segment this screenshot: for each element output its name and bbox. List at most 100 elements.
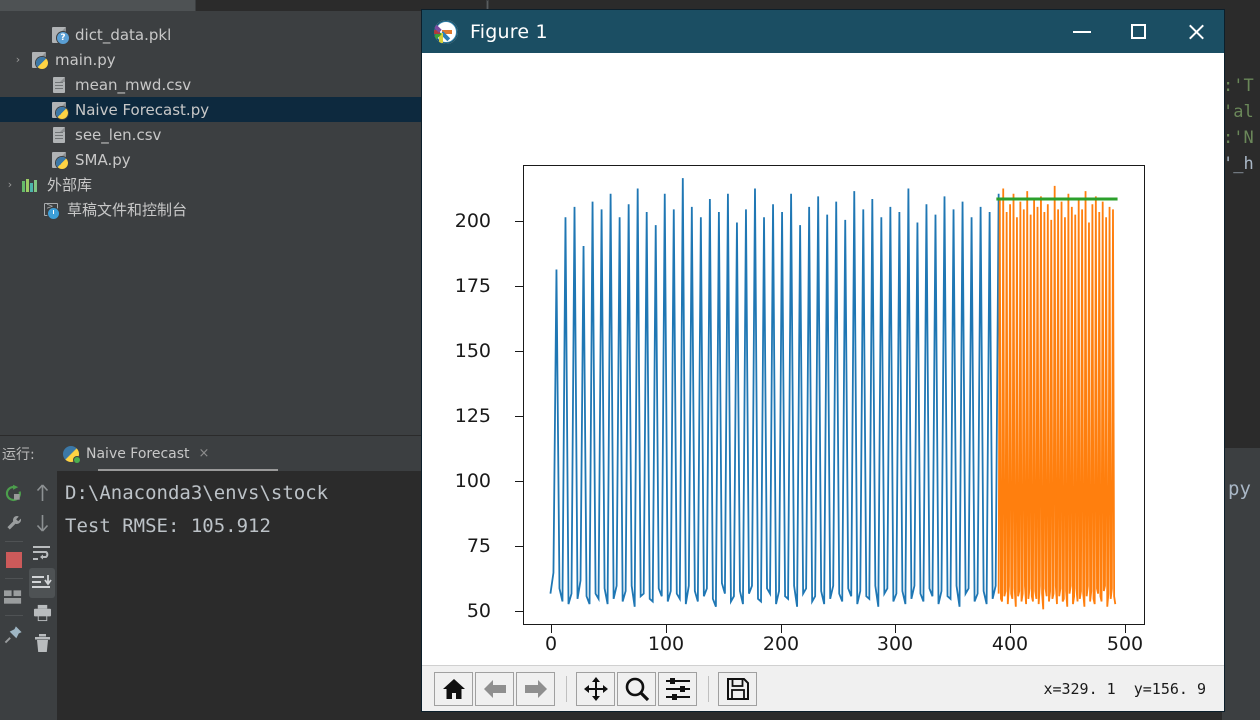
run-tool-window[interactable]: 运行: Naive Forecast × D:\Anaconda3\envs\s… bbox=[0, 435, 430, 720]
scroll-down-button[interactable] bbox=[29, 508, 55, 538]
window-controls[interactable] bbox=[1053, 10, 1224, 53]
y-axis-tick-label: 50 bbox=[466, 600, 491, 622]
code-line: '_h bbox=[1223, 154, 1254, 174]
x-axis-tick-label: 0 bbox=[544, 633, 558, 655]
x-axis-tick-label: 400 bbox=[991, 633, 1029, 655]
close-icon[interactable]: × bbox=[199, 446, 210, 461]
toolbar-divider bbox=[708, 675, 709, 702]
list-item[interactable]: mean_mwd.csv bbox=[0, 72, 430, 97]
forward-button[interactable] bbox=[516, 671, 555, 706]
matplotlib-figure-window[interactable]: Figure 1 200 175 150 125 100 75 50 0 100… bbox=[422, 10, 1224, 711]
minimize-button[interactable] bbox=[1053, 10, 1110, 53]
editor-tab-separator bbox=[487, 1, 488, 10]
python-file-icon bbox=[48, 101, 70, 119]
settings-button[interactable] bbox=[1, 508, 27, 538]
settings-wrench-icon bbox=[6, 515, 21, 530]
list-item[interactable]: › main.py bbox=[0, 47, 430, 72]
tree-row-truncated[interactable] bbox=[0, 11, 430, 22]
trash-icon bbox=[34, 633, 50, 652]
right-arrow-icon bbox=[524, 679, 547, 698]
list-item-label: see_len.csv bbox=[75, 125, 162, 144]
figure-title: Figure 1 bbox=[470, 20, 548, 43]
soft-wrap-button[interactable] bbox=[29, 538, 55, 568]
coordinate-readout: x=329. 1 y=156. 9 bbox=[1043, 680, 1206, 698]
maximize-button[interactable] bbox=[1110, 10, 1167, 53]
up-arrow-icon bbox=[36, 484, 48, 501]
close-button[interactable] bbox=[1167, 10, 1224, 53]
x-axis-tick-label: 300 bbox=[876, 633, 914, 655]
list-item[interactable]: see_len.csv bbox=[0, 122, 430, 147]
list-item[interactable]: 草稿文件和控制台 bbox=[0, 197, 430, 222]
zoom-button[interactable] bbox=[617, 671, 656, 706]
stop-button[interactable] bbox=[1, 545, 27, 575]
run-tool-window-header: 运行: Naive Forecast × bbox=[0, 435, 430, 472]
list-item[interactable]: › 外部库 bbox=[0, 172, 430, 197]
tree-expand-arrow[interactable]: › bbox=[0, 178, 20, 191]
scroll-up-button[interactable] bbox=[29, 478, 55, 508]
toolbar-divider bbox=[4, 615, 23, 616]
code-strip-lower-text: py bbox=[1228, 478, 1251, 500]
run-console-output[interactable]: D:\Anaconda3\envs\stock Test RMSE: 105.9… bbox=[57, 471, 430, 720]
console-line: D:\Anaconda3\envs\stock bbox=[65, 482, 329, 504]
csv-file-icon bbox=[48, 76, 70, 94]
delete-button[interactable] bbox=[29, 628, 55, 658]
layout-icon bbox=[4, 589, 22, 604]
home-button[interactable] bbox=[434, 671, 473, 706]
pan-button[interactable] bbox=[576, 671, 615, 706]
stop-icon bbox=[5, 552, 22, 568]
pan-move-icon bbox=[583, 676, 608, 701]
figure-canvas[interactable]: 200 175 150 125 100 75 50 0 100 200 300 … bbox=[422, 53, 1224, 665]
list-item-selected[interactable]: Naive Forecast.py bbox=[0, 97, 430, 122]
soft-wrap-icon bbox=[33, 546, 50, 560]
y-axis-tick-mark bbox=[515, 221, 523, 223]
pin-button[interactable] bbox=[1, 619, 27, 649]
tree-expand-arrow[interactable]: › bbox=[8, 53, 28, 66]
y-axis-tick-label: 100 bbox=[454, 470, 491, 492]
back-button[interactable] bbox=[475, 671, 514, 706]
x-axis-tick-mark bbox=[1125, 625, 1127, 633]
list-item[interactable]: ? dict_data.pkl bbox=[0, 22, 430, 47]
print-button[interactable] bbox=[29, 598, 55, 628]
x-axis-tick-mark bbox=[781, 625, 783, 633]
figure-title-bar[interactable]: Figure 1 bbox=[422, 10, 1224, 53]
run-configuration-tab[interactable]: Naive Forecast × bbox=[58, 436, 278, 472]
rerun-icon bbox=[5, 484, 21, 501]
scroll-to-end-button[interactable] bbox=[29, 568, 55, 598]
magnifier-icon bbox=[625, 677, 649, 701]
save-figure-button[interactable] bbox=[718, 671, 757, 706]
left-arrow-icon bbox=[483, 679, 506, 698]
python-file-icon bbox=[48, 151, 70, 169]
run-tab-label: Naive Forecast bbox=[86, 445, 190, 462]
list-item-label: dict_data.pkl bbox=[75, 25, 172, 44]
test-series-line bbox=[997, 185, 1117, 610]
external-libraries-icon bbox=[20, 176, 42, 194]
toolbar-divider bbox=[566, 675, 567, 702]
list-item[interactable]: SMA.py bbox=[0, 147, 430, 172]
configure-subplots-button[interactable] bbox=[658, 671, 697, 706]
y-axis-tick-label: 75 bbox=[466, 535, 491, 557]
y-axis-tick-label: 150 bbox=[454, 340, 491, 362]
run-tool-window-body: D:\Anaconda3\envs\stock Test RMSE: 105.9… bbox=[0, 471, 430, 720]
right-panel-divider bbox=[1222, 447, 1260, 448]
train-series-line bbox=[549, 178, 1000, 608]
code-line: 'al bbox=[1223, 102, 1254, 122]
y-axis-tick-mark bbox=[515, 546, 523, 548]
editor-tab-inactive-1[interactable] bbox=[0, 0, 195, 11]
list-item-label: mean_mwd.csv bbox=[75, 75, 192, 94]
python-file-icon bbox=[28, 51, 50, 69]
nav-group-view bbox=[434, 671, 557, 706]
x-axis-tick-label: 500 bbox=[1106, 633, 1144, 655]
figure-navigation-toolbar[interactable]: x=329. 1 y=156. 9 bbox=[422, 665, 1224, 711]
down-arrow-icon bbox=[36, 515, 48, 532]
toolbar-divider bbox=[4, 541, 23, 542]
matplotlib-logo-icon bbox=[434, 19, 458, 44]
list-item-label: SMA.py bbox=[75, 150, 131, 169]
csv-file-icon bbox=[48, 126, 70, 144]
run-toolbar-right[interactable] bbox=[27, 471, 57, 720]
run-toolbar-left[interactable] bbox=[0, 471, 27, 720]
x-axis-tick-mark bbox=[666, 625, 668, 633]
rerun-button[interactable] bbox=[1, 478, 27, 508]
project-tool-window[interactable]: ? dict_data.pkl › main.py mean_mwd.csv N… bbox=[0, 11, 430, 435]
y-axis-tick-mark bbox=[515, 611, 523, 613]
layout-button[interactable] bbox=[1, 582, 27, 612]
